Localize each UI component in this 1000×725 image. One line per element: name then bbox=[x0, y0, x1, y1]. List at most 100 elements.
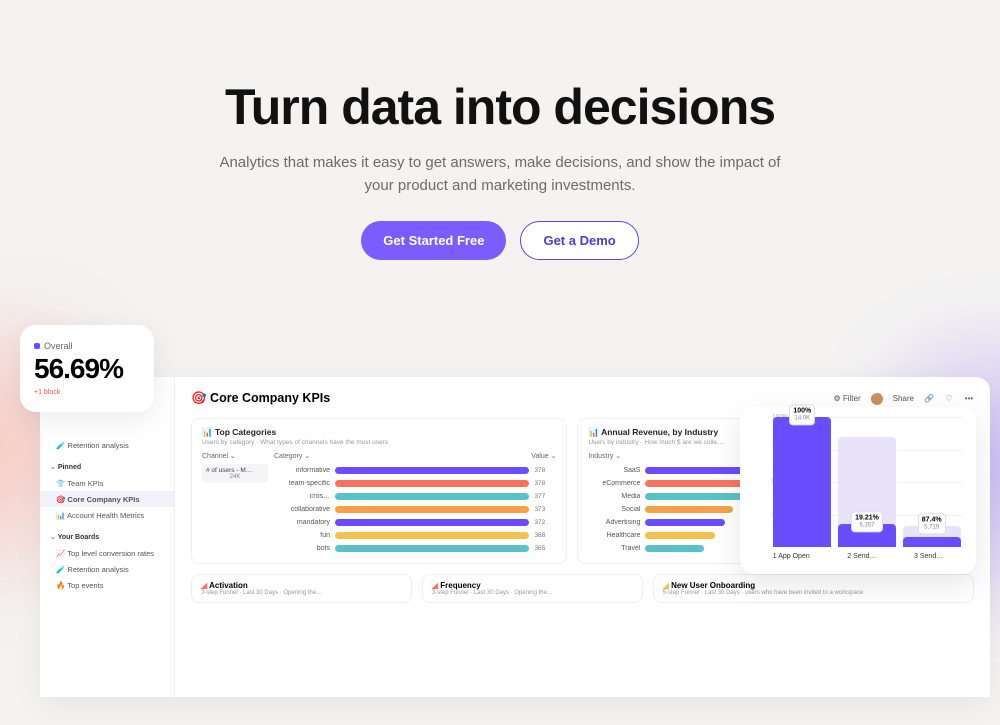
hero-subtitle: Analytics that makes it easy to get answ… bbox=[205, 152, 795, 197]
th-channel[interactable]: Channel ⌄ bbox=[202, 452, 268, 460]
avatar[interactable] bbox=[871, 393, 883, 405]
th-value[interactable]: Value ⌄ bbox=[531, 452, 556, 460]
category-row: informative 378 bbox=[274, 464, 556, 477]
category-bar bbox=[335, 506, 529, 514]
category-value: 378 bbox=[534, 467, 556, 474]
activation-sub: 3-step Funnel · Last 30 Days · Opening t… bbox=[201, 590, 402, 596]
industry-label: Media bbox=[588, 493, 640, 500]
category-value: 378 bbox=[534, 480, 556, 487]
category-row: team-specific 378 bbox=[274, 477, 556, 490]
category-row: mandatory 372 bbox=[274, 516, 556, 529]
funnel-tag: 87.4%5,719 bbox=[918, 514, 946, 535]
sidebar-item-team-kpis[interactable]: 👕 Team KPIs bbox=[40, 475, 174, 491]
th-category[interactable]: Category ⌄ bbox=[274, 452, 330, 460]
category-value: 365 bbox=[534, 545, 556, 552]
frequency-sub: 3-step Funnel · Last 30 Days · Opening t… bbox=[432, 590, 633, 596]
overall-value: 56.69% bbox=[34, 353, 140, 385]
more-icon[interactable]: ••• bbox=[964, 394, 974, 404]
category-label: fun bbox=[274, 532, 330, 539]
category-value: 377 bbox=[534, 493, 556, 500]
funnel-fg-bar bbox=[903, 537, 961, 547]
category-row: fun 368 bbox=[274, 529, 556, 542]
industry-bar bbox=[645, 493, 743, 500]
get-started-button[interactable]: Get Started Free bbox=[361, 221, 506, 260]
sidebar-item-top-events[interactable]: 🔥 Top events bbox=[40, 577, 174, 593]
dashboard-title: 🎯 Core Company KPIs bbox=[191, 391, 330, 406]
funnel-xlabel: 3 Send… bbox=[914, 553, 943, 560]
industry-bar bbox=[645, 532, 714, 539]
funnel-column: 87.4%5,719 bbox=[905, 417, 958, 547]
category-label: informative bbox=[274, 467, 330, 474]
category-bar bbox=[335, 467, 529, 475]
top-categories-header: Channel ⌄ Category ⌄ Value ⌄ bbox=[202, 452, 556, 460]
panel-onboarding: ◢ New User Onboarding 5-step Funnel · La… bbox=[653, 574, 974, 603]
funnel-column: 100%14.0K bbox=[776, 417, 829, 547]
category-label: cros… bbox=[274, 493, 330, 500]
filter-button[interactable]: ⚙ Filter bbox=[833, 394, 860, 403]
sidebar-section-boards[interactable]: Your Boards bbox=[40, 529, 174, 545]
sidebar-item-core-kpis[interactable]: 🎯 Core Company KPIs bbox=[40, 491, 174, 507]
category-value: 373 bbox=[534, 506, 556, 513]
funnel-tag: 19.21%6,357 bbox=[851, 511, 883, 532]
overall-card: Overall 56.69% +1 block bbox=[20, 325, 154, 412]
panel-activation: ◢ Activation 3-step Funnel · Last 30 Day… bbox=[191, 574, 412, 603]
sidebar-section-pinned[interactable]: Pinned bbox=[40, 459, 174, 475]
category-bar bbox=[335, 493, 529, 501]
users-pill-label: # of users - M… bbox=[206, 467, 264, 474]
category-row: bots 365 bbox=[274, 542, 556, 555]
top-categories-subtitle: Users by category · What types of channe… bbox=[202, 439, 556, 446]
industry-label: Travel bbox=[588, 545, 640, 552]
industry-bar bbox=[645, 506, 732, 513]
sidebar-item-account-health[interactable]: 📊 Account Health Metrics bbox=[40, 507, 174, 523]
panel-frequency: ◢ Frequency 3-step Funnel · Last 30 Days… bbox=[422, 574, 643, 603]
frequency-title: Frequency bbox=[440, 581, 480, 590]
category-bar bbox=[335, 545, 529, 553]
category-label: collaborative bbox=[274, 506, 330, 513]
category-label: bots bbox=[274, 545, 330, 552]
activation-title: Activation bbox=[209, 581, 248, 590]
category-row: cros… 377 bbox=[274, 490, 556, 503]
category-value: 368 bbox=[534, 532, 556, 539]
industry-bar bbox=[645, 519, 725, 526]
industry-label: eCommerce bbox=[588, 480, 640, 487]
industry-bar bbox=[645, 480, 747, 487]
category-bar bbox=[335, 519, 529, 527]
panel-top-categories: 📊 Top Categories Users by category · Wha… bbox=[191, 418, 567, 564]
category-value: 372 bbox=[534, 519, 556, 526]
sidebar-item-conversion-rates[interactable]: 📈 Top level conversion rates bbox=[40, 545, 174, 561]
sidebar-item-retention[interactable]: 🧪 Retention analysis bbox=[40, 561, 174, 577]
onboarding-sub: 5-step Funnel · Last 30 Days · users who… bbox=[663, 590, 964, 596]
funnel-chart: 100% 75% 50% 25% 100%14.0K 19.21%6,357 8… bbox=[754, 417, 962, 547]
overall-label: Overall bbox=[34, 341, 140, 351]
top-categories-title: Top Categories bbox=[215, 427, 276, 437]
funnel-fg-bar bbox=[773, 417, 831, 547]
annual-revenue-title: Annual Revenue, by Industry bbox=[601, 427, 718, 437]
category-label: mandatory bbox=[274, 519, 330, 526]
onboarding-title: New User Onboarding bbox=[671, 581, 755, 590]
sidebar-item-retention-top[interactable]: 🧪 Retention analysis bbox=[40, 437, 174, 453]
overall-meta: +1 block bbox=[34, 389, 140, 396]
funnel-xlabel: 2 Send… bbox=[847, 553, 876, 560]
funnel-icon: ◢ bbox=[663, 581, 669, 590]
category-row: collaborative 373 bbox=[274, 503, 556, 516]
funnel-tag: 100%14.0K bbox=[789, 404, 815, 425]
industry-label: Healthcare bbox=[588, 532, 640, 539]
link-icon[interactable]: 🔗 bbox=[924, 394, 934, 404]
category-label: team-specific bbox=[274, 480, 330, 487]
sidebar: 🧪 Retention analysis Pinned 👕 Team KPIs … bbox=[40, 377, 175, 697]
chart-icon: 📊 bbox=[202, 427, 213, 437]
industry-label: Social bbox=[588, 506, 640, 513]
funnel-icon: ◢ bbox=[201, 581, 207, 590]
th-industry[interactable]: Industry ⌄ bbox=[588, 452, 644, 460]
funnel-icon: ◢ bbox=[432, 581, 438, 590]
category-bar bbox=[335, 480, 529, 488]
share-button[interactable]: Share bbox=[893, 394, 914, 403]
hero-title: Turn data into decisions bbox=[0, 78, 1000, 136]
funnel-xlabel: 1 App Open bbox=[773, 553, 810, 560]
get-demo-button[interactable]: Get a Demo bbox=[520, 221, 638, 260]
users-pill-value: 24K bbox=[206, 474, 264, 480]
funnel-column: 19.21%6,357 bbox=[841, 417, 894, 547]
heart-icon[interactable]: ♡ bbox=[944, 394, 954, 404]
funnel-card: 100% 75% 50% 25% 100%14.0K 19.21%6,357 8… bbox=[740, 407, 976, 574]
industry-bar bbox=[645, 545, 704, 552]
